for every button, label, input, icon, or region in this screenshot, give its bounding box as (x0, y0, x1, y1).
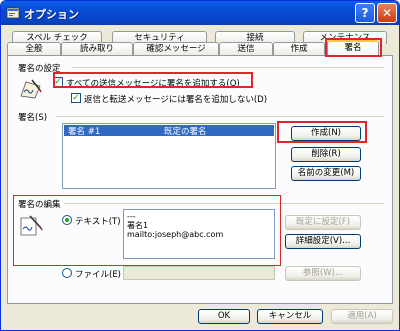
tab-compose[interactable]: 作成 (273, 42, 325, 55)
add-signature-checkbox[interactable]: ✓ (53, 77, 63, 87)
signature-list[interactable]: 署名 #1 既定の署名 (62, 123, 276, 189)
signature-text-line: --- (127, 212, 136, 221)
edit-divider (64, 203, 384, 204)
ok-button[interactable]: OK (198, 309, 250, 324)
signature-file-input[interactable] (123, 266, 275, 280)
title-bar: オプション ? ✕ (1, 1, 399, 25)
set-default-button[interactable]: 既定に設定(F) (285, 215, 361, 230)
tab-receipts[interactable]: 確認メッセージ (133, 42, 219, 55)
signatures-panel: 署名の設定 ✓ すべての送信メッセージに署名を追加する(Q) ✓ 返信と転送メッ… (7, 55, 393, 304)
window-title: オプション (24, 8, 79, 21)
close-button[interactable]: ✕ (377, 3, 397, 23)
edit-signature-icon (20, 215, 43, 236)
signature-list-row[interactable]: 署名 #1 既定の署名 (64, 125, 274, 137)
text-radio-label: テキスト(T) (75, 217, 121, 227)
tab-signatures[interactable]: 署名 (327, 40, 379, 55)
tab-read[interactable]: 読み取り (61, 42, 133, 55)
signatures-heading: 署名(S) (18, 113, 48, 123)
settings-divider (72, 67, 384, 68)
edit-heading: 署名の編集 (18, 200, 61, 210)
browse-button[interactable]: 参照(W)... (285, 266, 361, 281)
settings-heading: 署名の設定 (18, 64, 61, 74)
signature-text-area[interactable]: --- 署名1 mailto:joseph@abc.com (123, 209, 275, 259)
help-button[interactable]: ? (355, 3, 375, 23)
cancel-button[interactable]: キャンセル (257, 309, 323, 324)
signature-name: 署名 #1 (68, 127, 101, 137)
text-radio[interactable] (62, 215, 72, 225)
signature-status: 既定の署名 (164, 127, 207, 137)
delete-signature-button[interactable]: 削除(R) (291, 147, 361, 162)
signature-text-line: mailto:joseph@abc.com (127, 230, 224, 239)
file-radio[interactable] (62, 268, 72, 278)
apply-button[interactable]: 適用(A) (331, 309, 393, 324)
signature-pen-icon (20, 79, 42, 99)
file-radio-label: ファイル(E) (75, 270, 122, 280)
signatures-divider (56, 116, 384, 117)
add-signature-label: すべての送信メッセージに署名を追加する(Q) (66, 79, 240, 89)
options-dialog: オプション ? ✕ スペル チェック セキュリティ 接続 メンテナンス 全般 読… (0, 0, 400, 331)
no-reply-signature-checkbox[interactable]: ✓ (71, 93, 81, 103)
no-reply-signature-label: 返信と転送メッセージには署名を追加しない(D) (84, 95, 268, 105)
tab-general[interactable]: 全般 (7, 42, 61, 55)
tab-send[interactable]: 送信 (219, 42, 273, 55)
create-signature-button[interactable]: 作成(N) (291, 126, 361, 141)
rename-signature-button[interactable]: 名前の変更(M) (291, 166, 361, 181)
app-icon (6, 7, 20, 19)
signature-text-line: 署名1 (127, 221, 149, 230)
advanced-button[interactable]: 詳細設定(V)... (285, 234, 361, 249)
